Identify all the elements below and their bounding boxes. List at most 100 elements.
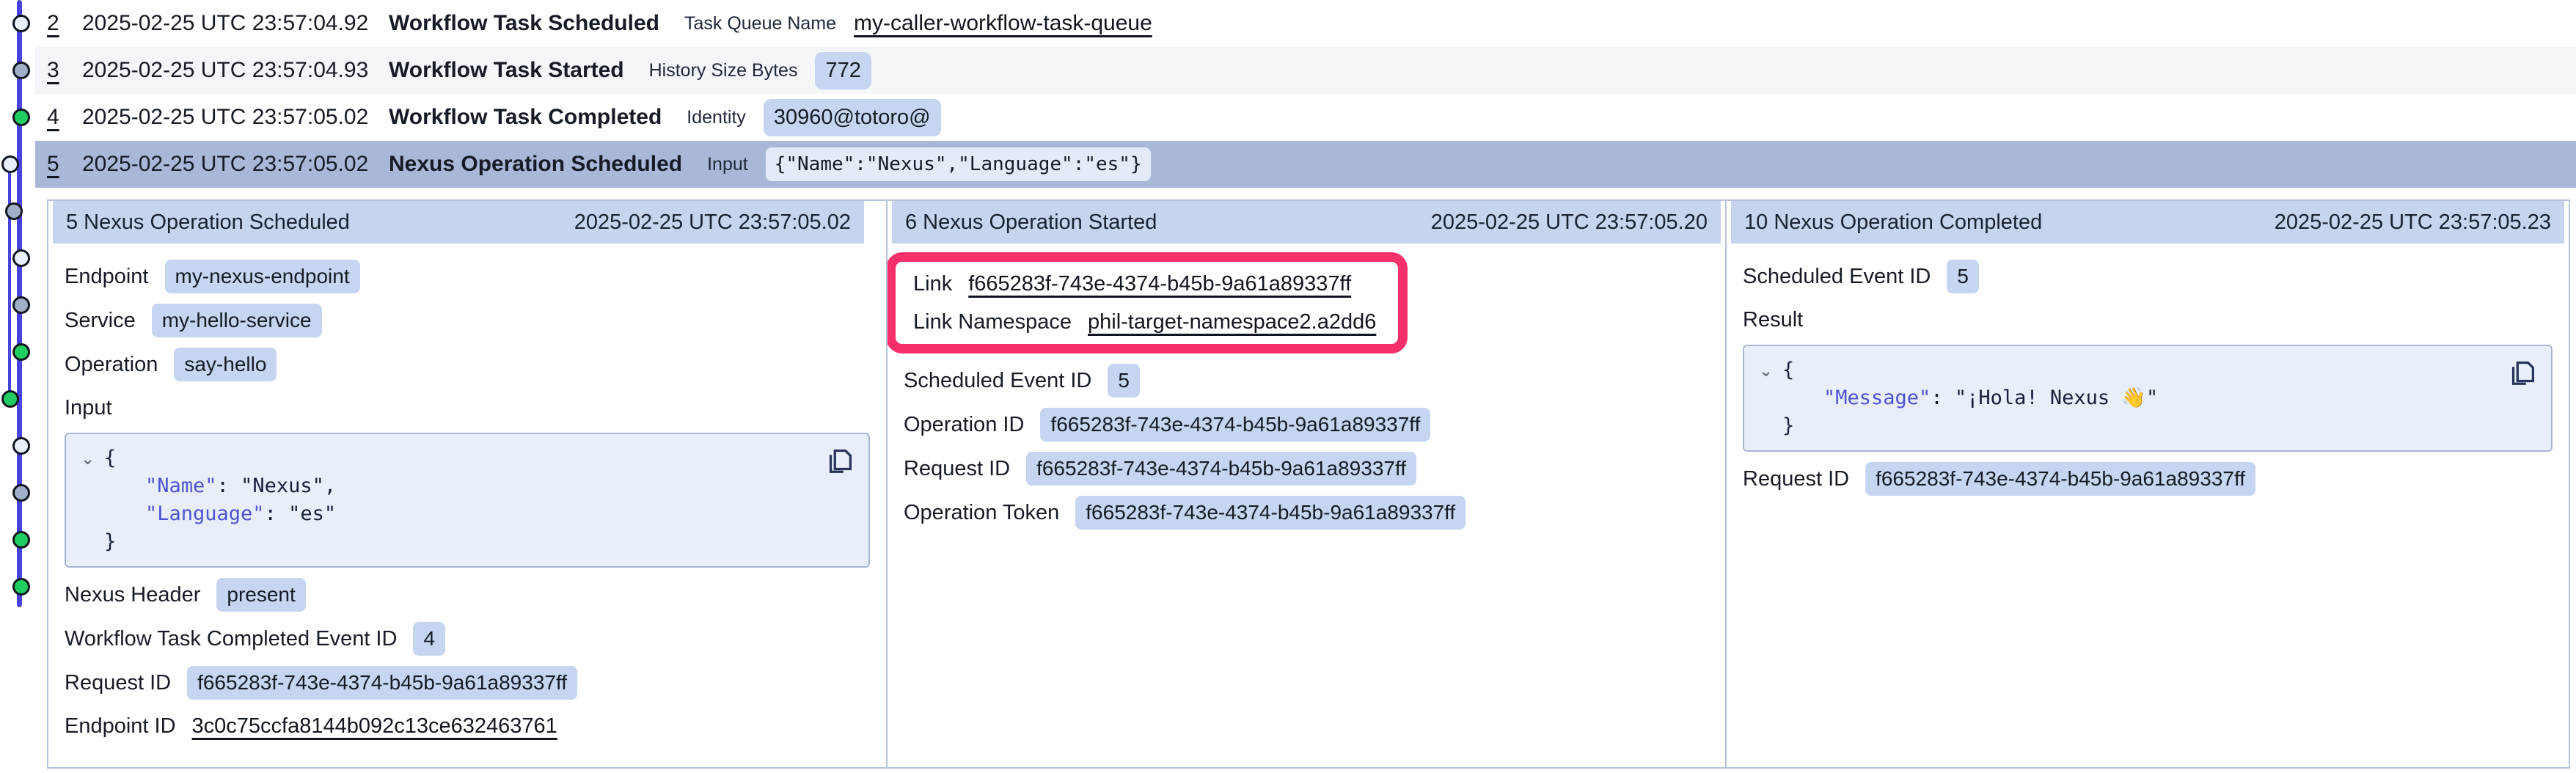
event-node-started[interactable]	[12, 484, 30, 502]
event-history-rows: 2 2025-02-25 UTC 23:57:04.92 Workflow Ta…	[35, 0, 2576, 188]
event-detail-label: Identity	[687, 107, 746, 128]
request-id-badge: f665283f-743e-4374-b45b-9a61a89337ff	[1026, 452, 1416, 486]
event-name: Workflow Task Scheduled	[389, 11, 659, 36]
json-line: "Name": "Nexus",	[81, 472, 854, 500]
panel-timestamp: 2025-02-25 UTC 23:57:05.02	[574, 210, 851, 235]
operation-id-badge: f665283f-743e-4374-b45b-9a61a89337ff	[1040, 408, 1430, 442]
field-request-id: Request ID f665283f-743e-4374-b45b-9a61a…	[65, 666, 870, 700]
nexus-header-badge: present	[216, 578, 305, 612]
operation-token-badge: f665283f-743e-4374-b45b-9a61a89337ff	[1075, 496, 1466, 530]
scheduled-event-id-badge: 5	[1947, 260, 1979, 293]
event-time: 2025-02-25 UTC 23:57:05.02	[82, 105, 389, 130]
panel-title: 5 Nexus Operation Scheduled	[66, 210, 350, 235]
timeline-gutter	[0, 0, 35, 773]
event-time: 2025-02-25 UTC 23:57:04.92	[82, 11, 389, 36]
event-name: Nexus Operation Scheduled	[389, 152, 682, 177]
field-service: Service my-hello-service	[65, 304, 870, 337]
copy-icon-button[interactable]	[2506, 355, 2539, 389]
field-scheduled-event-id: Scheduled Event ID 5	[1743, 260, 2553, 293]
copy-icon	[2506, 355, 2539, 389]
event-node-started[interactable]	[12, 62, 30, 79]
event-node-started[interactable]	[12, 296, 30, 314]
event-time: 2025-02-25 UTC 23:57:05.02	[82, 152, 389, 177]
collapse-chevron-icon[interactable]: ⌄	[81, 444, 98, 472]
event-detail-label: Input	[707, 154, 748, 175]
event-time: 2025-02-25 UTC 23:57:04.93	[82, 58, 389, 83]
event-node-completed[interactable]	[12, 343, 30, 361]
field-operation-token: Operation Token f665283f-743e-4374-b45b-…	[904, 496, 1709, 530]
event-id-link[interactable]: 5	[47, 152, 82, 177]
input-payload-badge: {"Name":"Nexus","Language":"es"}	[766, 147, 1151, 181]
event-node-pending[interactable]	[12, 437, 30, 455]
field-request-id: Request ID f665283f-743e-4374-b45b-9a61a…	[1743, 462, 2553, 496]
copy-icon-button[interactable]	[823, 443, 857, 477]
endpoint-badge: my-nexus-endpoint	[165, 260, 360, 293]
panel-nexus-operation-started: 6 Nexus Operation Started 2025-02-25 UTC…	[888, 201, 1727, 767]
event-node-started[interactable]	[5, 202, 23, 220]
field-operation-id: Operation ID f665283f-743e-4374-b45b-9a6…	[904, 408, 1709, 442]
json-line-close: }	[1759, 412, 2536, 440]
endpoint-id-link[interactable]: 3c0c75ccfa8144b092c13ce632463761	[192, 714, 557, 739]
event-node-completed[interactable]	[12, 531, 30, 549]
json-line: "Message": "¡Hola! Nexus 👋"	[1759, 384, 2536, 412]
service-badge: my-hello-service	[152, 304, 322, 337]
panel-title: 6 Nexus Operation Started	[905, 210, 1157, 235]
event-id-link[interactable]: 4	[47, 105, 82, 130]
history-row-4[interactable]: 4 2025-02-25 UTC 23:57:05.02 Workflow Ta…	[35, 94, 2576, 141]
panel-title: 10 Nexus Operation Completed	[1744, 210, 2042, 235]
task-queue-link[interactable]: my-caller-workflow-task-queue	[854, 11, 1152, 36]
timeline-line	[8, 164, 11, 399]
request-id-badge: f665283f-743e-4374-b45b-9a61a89337ff	[187, 666, 577, 700]
panel-timestamp: 2025-02-25 UTC 23:57:05.20	[1431, 210, 1708, 235]
field-wft-completed-event-id: Workflow Task Completed Event ID 4	[65, 622, 870, 656]
event-group-detail: 5 Nexus Operation Scheduled 2025-02-25 U…	[47, 199, 2570, 769]
event-name: Workflow Task Completed	[389, 105, 662, 130]
copy-icon	[823, 443, 857, 477]
event-node-pending[interactable]	[12, 15, 30, 32]
event-detail-label: History Size Bytes	[649, 60, 798, 81]
event-node-completed[interactable]	[12, 578, 30, 596]
collapse-chevron-icon[interactable]: ⌄	[1759, 356, 1777, 384]
panel-header: 6 Nexus Operation Started 2025-02-25 UTC…	[892, 201, 1721, 243]
event-node-completed[interactable]	[12, 109, 30, 126]
input-json-viewer: ⌄{ "Name": "Nexus", "Language": "es" }	[65, 433, 870, 568]
event-id-link[interactable]: 3	[47, 58, 82, 83]
field-endpoint-id: Endpoint ID 3c0c75ccfa8144b092c13ce63246…	[65, 710, 870, 742]
result-label: Result	[1743, 304, 2553, 336]
json-line-open: ⌄{	[81, 444, 854, 472]
request-id-badge: f665283f-743e-4374-b45b-9a61a89337ff	[1865, 462, 2255, 496]
panel-nexus-operation-completed: 10 Nexus Operation Completed 2025-02-25 …	[1727, 201, 2569, 767]
link-value-link[interactable]: f665283f-743e-4374-b45b-9a61a89337ff	[968, 272, 1351, 296]
field-link: Link f665283f-743e-4374-b45b-9a61a89337f…	[913, 268, 1376, 300]
history-size-badge: 772	[815, 52, 871, 89]
event-id-badge: 4	[413, 622, 445, 656]
annotation-highlight-box: Link f665283f-743e-4374-b45b-9a61a89337f…	[888, 252, 1408, 353]
result-json-viewer: ⌄{ "Message": "¡Hola! Nexus 👋" }	[1743, 345, 2553, 452]
field-nexus-header: Nexus Header present	[65, 578, 870, 612]
json-line-open: ⌄{	[1759, 356, 2536, 384]
field-endpoint: Endpoint my-nexus-endpoint	[65, 260, 870, 293]
panel-header: 5 Nexus Operation Scheduled 2025-02-25 U…	[53, 201, 864, 243]
event-id-link[interactable]: 2	[47, 11, 82, 36]
history-row-5-selected[interactable]: 5 2025-02-25 UTC 23:57:05.02 Nexus Opera…	[35, 141, 2576, 188]
json-line-close: }	[81, 528, 854, 556]
event-node-pending[interactable]	[12, 249, 30, 267]
panel-timestamp: 2025-02-25 UTC 23:57:05.23	[2275, 210, 2551, 235]
event-name: Workflow Task Started	[389, 58, 624, 83]
history-row-3[interactable]: 3 2025-02-25 UTC 23:57:04.93 Workflow Ta…	[35, 47, 2576, 94]
operation-badge: say-hello	[174, 348, 277, 381]
event-node-pending[interactable]	[1, 155, 19, 173]
panel-header: 10 Nexus Operation Completed 2025-02-25 …	[1731, 201, 2564, 243]
field-operation: Operation say-hello	[65, 348, 870, 381]
history-row-2[interactable]: 2 2025-02-25 UTC 23:57:04.92 Workflow Ta…	[35, 0, 2576, 47]
link-namespace-link[interactable]: phil-target-namespace2.a2dd6	[1088, 310, 1376, 334]
field-link-namespace: Link Namespace phil-target-namespace2.a2…	[913, 306, 1376, 338]
identity-badge: 30960@totoro@	[764, 99, 941, 136]
panel-nexus-operation-scheduled: 5 Nexus Operation Scheduled 2025-02-25 U…	[48, 201, 888, 767]
json-line: "Language": "es"	[81, 500, 854, 528]
scheduled-event-id-badge: 5	[1108, 364, 1140, 398]
event-node-completed[interactable]	[1, 390, 19, 408]
panel-body: Link f665283f-743e-4374-b45b-9a61a89337f…	[888, 243, 1725, 530]
event-detail-label: Task Queue Name	[684, 13, 836, 34]
panel-body: Endpoint my-nexus-endpoint Service my-he…	[48, 243, 886, 742]
